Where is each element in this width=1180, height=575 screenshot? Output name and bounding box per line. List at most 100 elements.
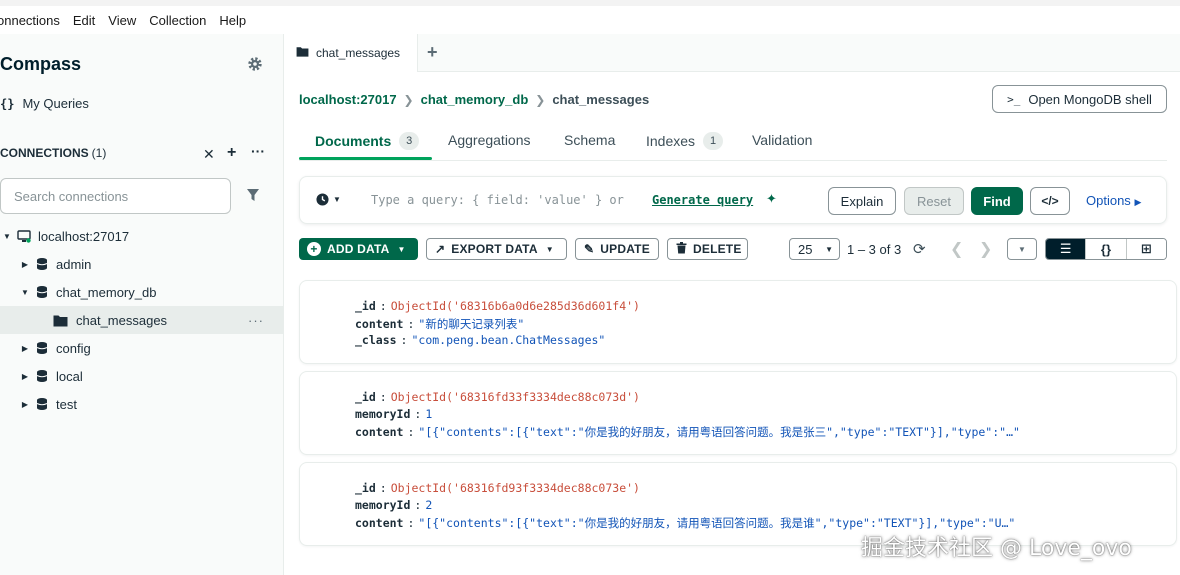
add-data-label: ADD DATA bbox=[327, 242, 390, 256]
chevron-left-icon[interactable]: ❮ bbox=[950, 239, 963, 259]
tree-item-local[interactable]: ▶ local bbox=[0, 362, 284, 390]
caret-down-icon: ▼ bbox=[545, 244, 554, 254]
gear-icon[interactable] bbox=[247, 56, 263, 72]
field-value: "新的聊天记录列表" bbox=[418, 317, 525, 331]
tab-schema[interactable]: Schema bbox=[564, 132, 615, 148]
export-data-button[interactable]: ↗ EXPORT DATA ▼ bbox=[426, 238, 567, 260]
document-field: memoryId:1 bbox=[355, 407, 433, 421]
field-value: ObjectId('68316fd33f3334dec88c073d') bbox=[390, 390, 640, 404]
menu-view[interactable]: View bbox=[108, 13, 136, 28]
chevron-right-icon[interactable]: ❯ bbox=[979, 239, 992, 259]
breadcrumb-host[interactable]: localhost:27017 bbox=[299, 92, 397, 107]
more-options-icon[interactable]: ··· bbox=[251, 143, 265, 159]
terminal-icon: >_ bbox=[1007, 92, 1021, 106]
delete-button[interactable]: DELETE bbox=[667, 238, 748, 260]
indexes-count-badge: 1 bbox=[703, 132, 724, 150]
caret-down-icon[interactable]: ▼ bbox=[2, 232, 12, 241]
database-icon bbox=[34, 368, 50, 384]
open-shell-button[interactable]: >_ Open MongoDB shell bbox=[992, 85, 1167, 113]
tab-validation[interactable]: Validation bbox=[752, 132, 812, 148]
options-toggle[interactable]: Options ▶ bbox=[1086, 193, 1141, 208]
tab-schema-label: Schema bbox=[564, 132, 616, 148]
database-icon bbox=[34, 396, 50, 412]
document-field: memoryId:2 bbox=[355, 498, 433, 512]
export-data-label: EXPORT DATA bbox=[451, 242, 538, 256]
folder-icon bbox=[52, 312, 68, 328]
tree-item-chat-memory-db[interactable]: ▼ chat_memory_db bbox=[0, 278, 284, 306]
tree-db-label: chat_memory_db bbox=[56, 284, 157, 300]
database-icon bbox=[34, 256, 50, 272]
filter-icon[interactable] bbox=[246, 188, 260, 202]
document-field: _id: ObjectId('68316fd33f3334dec88c073d') bbox=[355, 390, 640, 404]
database-icon bbox=[34, 284, 50, 300]
menu-collection[interactable]: Collection bbox=[149, 13, 206, 28]
delete-label: DELETE bbox=[693, 242, 742, 256]
field-key: content bbox=[355, 317, 404, 331]
add-connection-icon[interactable]: + bbox=[227, 144, 236, 162]
tree-item-admin[interactable]: ▶ admin bbox=[0, 250, 284, 278]
tab-validation-label: Validation bbox=[752, 132, 813, 148]
caret-right-icon[interactable]: ▶ bbox=[20, 372, 30, 381]
generate-query-link[interactable]: Generate query bbox=[652, 193, 753, 207]
tree-item-test[interactable]: ▶ test bbox=[0, 390, 284, 418]
page-size-select[interactable]: 25 ▼ bbox=[789, 238, 840, 260]
menu-help[interactable]: Help bbox=[219, 13, 246, 28]
caret-right-icon: ▶ bbox=[1134, 197, 1142, 207]
update-label: UPDATE bbox=[600, 242, 650, 256]
field-key: content bbox=[355, 516, 404, 530]
tree-item-chat-messages[interactable]: chat_messages ··· bbox=[0, 306, 284, 334]
tab-indexes[interactable]: Indexes 1 bbox=[646, 132, 724, 150]
find-button[interactable]: Find bbox=[971, 187, 1023, 215]
field-value: 1 bbox=[425, 407, 433, 421]
field-value: ObjectId('68316b6a0d6e285d36d601f4') bbox=[390, 299, 640, 313]
workspace-tabbar: chat_messages + bbox=[284, 34, 1180, 72]
field-value: "com.peng.bean.ChatMessages" bbox=[411, 333, 606, 347]
menu-connections[interactable]: onnections bbox=[0, 13, 60, 28]
query-input[interactable]: Type a query: { field: 'value' } or bbox=[371, 193, 624, 207]
add-tab-button[interactable]: + bbox=[427, 42, 438, 63]
code-icon[interactable]: </> bbox=[1030, 187, 1070, 215]
chevron-right-icon: ❯ bbox=[403, 92, 414, 107]
page-size-value: 25 bbox=[798, 241, 813, 257]
tab-indexes-label: Indexes bbox=[646, 133, 696, 149]
tab-documents[interactable]: Documents 3 bbox=[315, 132, 420, 150]
field-value: 2 bbox=[425, 498, 433, 512]
breadcrumb-database[interactable]: chat_memory_db bbox=[421, 92, 529, 107]
tree-host-label: localhost:27017 bbox=[38, 228, 130, 244]
documents-count-badge: 3 bbox=[399, 132, 420, 150]
caret-right-icon[interactable]: ▶ bbox=[20, 260, 30, 269]
document-field: _class: "com.peng.bean.ChatMessages" bbox=[355, 333, 606, 347]
refresh-icon[interactable]: ⟳ bbox=[913, 240, 926, 258]
tree-item-host[interactable]: ▼ localhost:27017 bbox=[0, 222, 284, 250]
caret-down-icon[interactable]: ▼ bbox=[20, 288, 30, 297]
json-view-icon[interactable]: {} bbox=[1086, 239, 1127, 259]
tab-aggregations[interactable]: Aggregations bbox=[448, 132, 531, 148]
search-connections-input[interactable] bbox=[0, 178, 231, 214]
more-options-icon[interactable]: ··· bbox=[248, 313, 264, 328]
table-view-icon[interactable]: ⊞ bbox=[1126, 239, 1166, 259]
my-queries-item[interactable]: {} My Queries bbox=[0, 96, 89, 111]
watermark: 掘金技术社区 @ Love_ovo bbox=[861, 536, 1132, 561]
document-card[interactable]: _id: ObjectId('68316fd33f3334dec88c073d')… bbox=[299, 371, 1177, 455]
tree-item-config[interactable]: ▶ config bbox=[0, 334, 284, 362]
trash-icon bbox=[676, 241, 687, 257]
list-view-icon[interactable]: ☰ bbox=[1046, 239, 1087, 259]
caret-down-icon: ▼ bbox=[1018, 244, 1026, 254]
add-data-button[interactable]: + ADD DATA ▼ bbox=[299, 238, 418, 260]
update-button[interactable]: ✎ UPDATE bbox=[575, 238, 659, 260]
document-field: content: "新的聊天记录列表" bbox=[355, 317, 525, 331]
caret-right-icon[interactable]: ▶ bbox=[20, 344, 30, 353]
active-tab-indicator bbox=[299, 157, 432, 160]
document-card[interactable]: _id: ObjectId('68316b6a0d6e285d36d601f4')… bbox=[299, 280, 1177, 364]
collapse-icon[interactable]: ✕ bbox=[203, 146, 215, 163]
field-value: "[{"contents":[{"text":"你是我的好朋友，请用粤语回答问题… bbox=[418, 516, 1016, 530]
reset-button[interactable]: Reset bbox=[904, 187, 964, 215]
view-options-dropdown[interactable]: ▼ bbox=[1007, 238, 1037, 260]
tab-label: chat_messages bbox=[316, 46, 401, 60]
caret-right-icon[interactable]: ▶ bbox=[20, 400, 30, 409]
menu-edit[interactable]: Edit bbox=[73, 13, 95, 28]
explain-button[interactable]: Explain bbox=[828, 187, 896, 215]
field-key: _id bbox=[355, 390, 376, 404]
tab-chat-messages[interactable]: chat_messages bbox=[284, 34, 418, 72]
query-history-button[interactable]: ▼ bbox=[316, 193, 341, 206]
